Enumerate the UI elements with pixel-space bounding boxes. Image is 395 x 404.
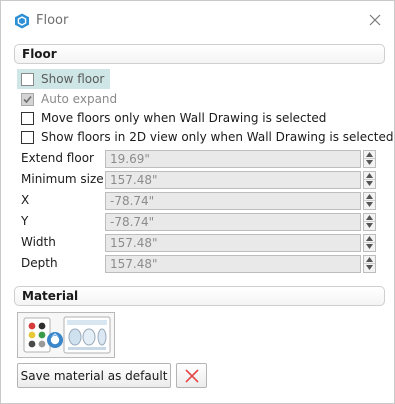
floor-dialog: Floor Floor Show floor Auto expand Move …: [0, 0, 395, 404]
checkbox-label: Show floor: [41, 72, 105, 86]
x-spinner[interactable]: [363, 192, 376, 210]
spin-up-icon[interactable]: [364, 256, 375, 264]
spin-down-icon[interactable]: [364, 180, 375, 188]
spin-up-icon[interactable]: [364, 214, 375, 222]
extend-floor-spinner[interactable]: [363, 150, 376, 168]
minimum-size-spinner[interactable]: [363, 171, 376, 189]
field-label: Y: [21, 214, 29, 228]
spin-up-icon[interactable]: [364, 235, 375, 243]
spin-up-icon[interactable]: [364, 172, 375, 180]
field-label: Extend floor: [21, 151, 94, 165]
material-preview-thumbnail[interactable]: [17, 312, 115, 358]
auto-expand-checkbox[interactable]: Auto expand: [21, 90, 117, 108]
field-label: Depth: [21, 256, 58, 270]
y-row: Y: [21, 213, 377, 231]
width-input[interactable]: [105, 234, 361, 252]
close-icon[interactable]: [367, 12, 383, 28]
checkbox-box[interactable]: [21, 130, 34, 144]
spin-up-icon[interactable]: [364, 151, 375, 159]
spin-down-icon[interactable]: [364, 222, 375, 230]
save-material-default-button[interactable]: Save material as default: [17, 363, 171, 388]
extend-floor-row: Extend floor: [21, 150, 377, 168]
checkbox-label: Move floors only when Wall Drawing is se…: [41, 111, 327, 125]
show-floor-checkbox[interactable]: Show floor: [17, 69, 111, 89]
checkbox-label: Auto expand: [41, 92, 118, 106]
checkbox-box[interactable]: [21, 111, 34, 125]
extend-floor-input[interactable]: [105, 150, 361, 168]
depth-row: Depth: [21, 255, 377, 273]
width-spinner[interactable]: [363, 234, 376, 252]
minimum-size-row: Minimum size: [21, 171, 377, 189]
field-label: X: [21, 193, 30, 207]
app-logo-icon: [14, 13, 30, 29]
checkbox-box[interactable]: [21, 92, 34, 106]
minimum-size-input[interactable]: [105, 171, 361, 189]
field-label: Width: [21, 235, 56, 249]
x-input[interactable]: [105, 192, 361, 210]
width-row: Width: [21, 234, 377, 252]
material-thumbnail-icon: [23, 316, 111, 354]
spin-up-icon[interactable]: [364, 193, 375, 201]
y-input[interactable]: [105, 213, 361, 231]
red-x-icon: [185, 369, 199, 383]
checkbox-label: Show floors in 2D view only when Wall Dr…: [41, 130, 394, 144]
material-section-header: Material: [14, 286, 385, 306]
spin-down-icon[interactable]: [364, 201, 375, 209]
spin-down-icon[interactable]: [364, 243, 375, 251]
x-row: X: [21, 192, 377, 210]
move-floors-checkbox[interactable]: Move floors only when Wall Drawing is se…: [21, 109, 326, 127]
depth-input[interactable]: [105, 255, 361, 273]
depth-spinner[interactable]: [363, 255, 376, 273]
show-floors-2d-checkbox[interactable]: Show floors in 2D view only when Wall Dr…: [21, 128, 393, 146]
checkmark-icon: [23, 95, 32, 103]
title-bar: Floor: [1, 1, 394, 41]
checkbox-box[interactable]: [21, 72, 34, 86]
floor-section-header: Floor: [14, 44, 385, 64]
spin-down-icon[interactable]: [364, 264, 375, 272]
spin-down-icon[interactable]: [364, 159, 375, 167]
field-label: Minimum size: [21, 172, 104, 186]
y-spinner[interactable]: [363, 213, 376, 231]
delete-material-button[interactable]: [176, 363, 207, 388]
window-title: Floor: [36, 13, 69, 28]
